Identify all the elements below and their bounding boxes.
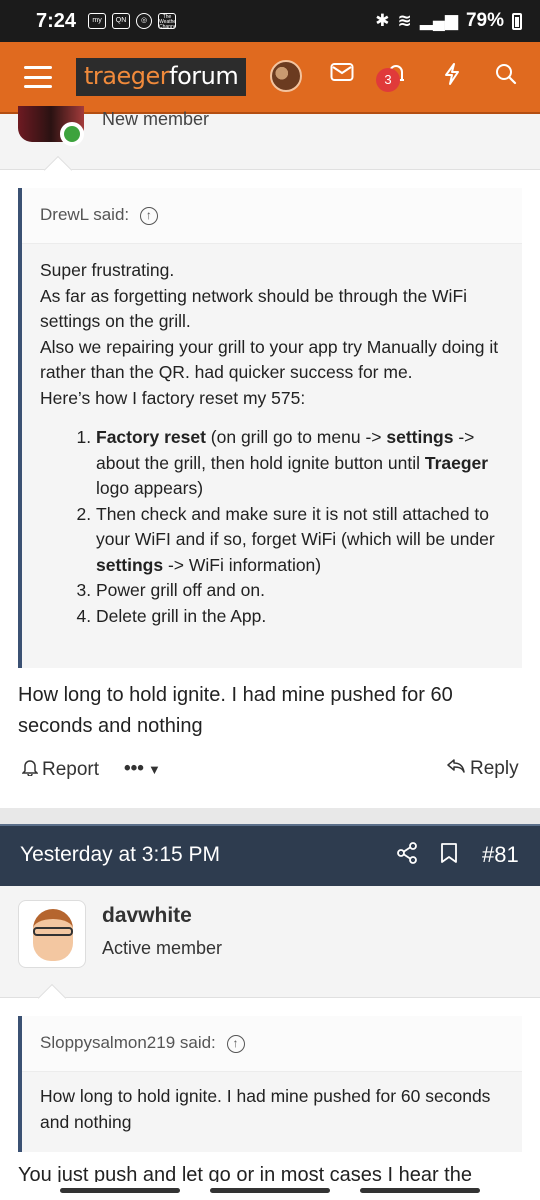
quote-header[interactable]: Sloppysalmon219 said: ↑ (22, 1016, 522, 1072)
forum-post: Yesterday at 3:15 PM #81 davwhite Active… (0, 824, 540, 1200)
quote-header[interactable]: DrewL said: ↑ (22, 188, 522, 244)
notification-icons: my Q QN ◎ The Weather Channel (88, 13, 177, 29)
reply-icon (446, 758, 466, 780)
signal-icon: ▂▄▆ (419, 11, 458, 30)
status-bar: 7:24 my Q QN ◎ The Weather Channel ✱ ≋ ▂… (0, 0, 540, 42)
caret-down-icon: ▼ (147, 761, 161, 777)
weather-notification-icon: The Weather Channel (158, 13, 177, 29)
text: -> WiFi information) (163, 554, 322, 575)
quote-line: Also we repairing your grill to your app… (40, 336, 499, 383)
app-notification-icon: my Q (88, 13, 107, 29)
post-text: How long to hold ignite. I had mine push… (18, 684, 453, 737)
chrome-notification-icon: ◎ (136, 13, 153, 29)
app-notification-icon: QN (112, 13, 131, 29)
wifi-icon: ≋ (397, 11, 412, 30)
alerts-badge: 3 (376, 68, 400, 92)
bold-text: settings (386, 427, 454, 447)
quote-block: DrewL said: ↑ Super frustrating. As far … (18, 188, 522, 668)
user-role: New member (102, 109, 210, 129)
inbox-icon[interactable] (330, 62, 354, 88)
quote-line: Super frustrating. (40, 260, 175, 280)
logo-text-forum: forum (169, 62, 239, 90)
forum-post: New member DrewL said: ↑ Super frustrati… (0, 106, 540, 808)
text: logo appears) (96, 478, 204, 498)
site-header: traeger forum 3 (0, 42, 540, 114)
logo-text-traeger: traeger (84, 62, 170, 90)
recents-gesture[interactable] (60, 1188, 180, 1193)
online-status-icon (60, 122, 84, 146)
report-label: Report (42, 759, 100, 780)
speech-notch (43, 155, 73, 185)
quote-author: DrewL said: (40, 205, 130, 224)
menu-icon[interactable] (24, 66, 52, 88)
reply-button[interactable]: Reply (446, 758, 519, 780)
share-icon[interactable] (396, 842, 418, 870)
jump-to-quote-icon[interactable]: ↑ (139, 207, 158, 225)
bold-text: Factory reset (96, 427, 206, 447)
user-role: Active member (102, 938, 223, 958)
bookmark-icon[interactable] (440, 842, 458, 870)
search-icon[interactable] (494, 62, 518, 92)
quote-author: Sloppysalmon219 said: (40, 1033, 216, 1052)
whats-new-icon[interactable] (442, 62, 462, 92)
bold-text: Traeger (424, 452, 489, 473)
battery-percent: 79% (465, 10, 504, 31)
more-options-button[interactable]: ••• ▼ (124, 758, 161, 780)
list-item: Factory reset (on grill go to menu -> se… (96, 425, 504, 502)
list-item: Then check and make sure it is not still… (96, 502, 504, 579)
quote-body: How long to hold ignite. I had mine push… (40, 1086, 491, 1132)
text: Then check and make sure it is not still… (96, 503, 495, 550)
jump-to-quote-icon[interactable]: ↑ (226, 1035, 245, 1053)
site-logo[interactable]: traeger forum (76, 58, 247, 96)
quote-line: Here’s how I factory reset my 575: (40, 387, 306, 408)
quote-line: As far as forgetting network should be t… (40, 285, 468, 332)
quote-body: Super frustrating. As far as forgetting … (22, 244, 522, 629)
system-status: ✱ ≋ ▂▄▆ 79% (375, 10, 522, 32)
home-gesture[interactable] (210, 1188, 330, 1193)
quote-block: Sloppysalmon219 said: ↑ How long to hold… (18, 1016, 522, 1152)
steps-list: Factory reset (on grill go to menu -> se… (40, 425, 504, 629)
bell-icon (21, 758, 39, 782)
reply-label: Reply (470, 758, 519, 779)
username[interactable]: davwhite (102, 904, 192, 928)
account-avatar[interactable] (270, 60, 302, 92)
avatar[interactable] (18, 900, 86, 968)
clock: 7:24 (36, 9, 77, 32)
text: (on grill go to menu -> (205, 427, 387, 447)
post-actions: Report ••• ▼ Reply (0, 758, 540, 790)
bluetooth-icon: ✱ (375, 11, 390, 30)
more-label: ••• (124, 758, 144, 779)
back-gesture[interactable] (360, 1188, 480, 1193)
system-nav-bar (0, 1182, 540, 1200)
battery-icon (512, 12, 522, 30)
post-number[interactable]: #81 (482, 842, 519, 868)
list-item: Power grill off and on. (96, 578, 504, 604)
post-date[interactable]: Yesterday at 3:15 PM (20, 843, 220, 867)
post-author-bar: davwhite Active member (0, 886, 540, 998)
list-item: Delete grill in the App. (96, 604, 504, 630)
report-button[interactable]: Report (21, 758, 100, 782)
post-author-bar: New member (0, 106, 540, 185)
bold-text: settings (96, 554, 164, 575)
post-header: Yesterday at 3:15 PM #81 (0, 824, 540, 886)
